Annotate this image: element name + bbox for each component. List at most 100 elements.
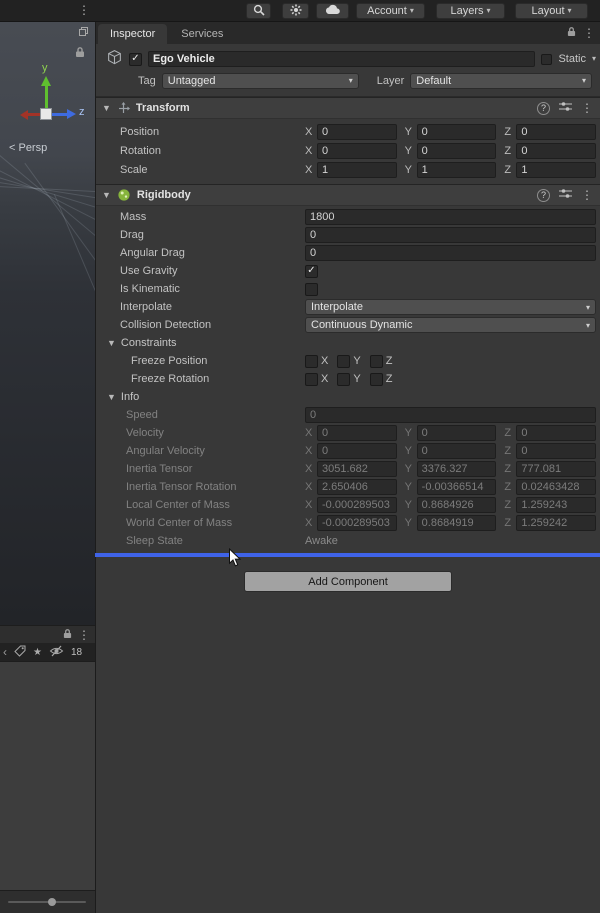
rotation-y-field[interactable]: 0 xyxy=(416,142,497,159)
use-gravity-checkbox[interactable]: ✓ xyxy=(305,264,318,278)
scale-x-field[interactable]: 1 xyxy=(317,161,397,178)
projection-mode-label[interactable]: < Persp xyxy=(9,142,47,154)
help-icon[interactable]: ? xyxy=(537,101,550,115)
property-label: Angular Drag xyxy=(120,247,185,259)
property-label: Rotation xyxy=(120,144,161,157)
axis-y-label: Y xyxy=(404,463,413,475)
property-label: Mass xyxy=(120,211,147,223)
panel-subheader: ⋮ xyxy=(0,625,95,643)
presets-icon[interactable] xyxy=(559,188,572,202)
kebab-menu-icon[interactable]: ⋮ xyxy=(78,628,90,642)
freeze-position-x-checkbox[interactable] xyxy=(305,354,318,368)
question-mark: ? xyxy=(540,190,546,200)
gizmo-z-axis-arrow[interactable] xyxy=(67,109,76,119)
static-checkbox[interactable] xyxy=(541,53,553,65)
inertia-tensor-rotation-y-field: -0.00366514 xyxy=(416,479,497,495)
is-kinematic-checkbox[interactable] xyxy=(305,282,318,296)
scale-z-field[interactable]: 1 xyxy=(516,161,597,178)
kebab-menu-icon[interactable]: ⋮ xyxy=(581,102,593,114)
foldout-icon[interactable]: ▼ xyxy=(102,103,111,113)
layer-dropdown[interactable]: Default ▾ xyxy=(410,72,592,89)
inertia-tensor-z-field: 777.081 xyxy=(516,461,597,477)
gizmo-y-axis-line xyxy=(44,85,48,108)
angular-velocity-y-field: 0 xyxy=(416,443,497,459)
freeze-position-z-checkbox[interactable] xyxy=(369,354,383,368)
tag-dropdown[interactable]: Untagged ▾ xyxy=(161,72,359,89)
panel-kebab-menu-icon[interactable]: ⋮ xyxy=(78,3,90,17)
mass-field[interactable]: 1800 xyxy=(305,209,596,225)
settings-button[interactable] xyxy=(282,3,309,19)
star-icon[interactable]: ★ xyxy=(33,647,42,658)
gizmo-x-axis-line xyxy=(27,113,40,116)
rotation-x-field[interactable]: 0 xyxy=(317,142,397,159)
rotation-z-field[interactable]: 0 xyxy=(516,142,597,159)
position-x-field[interactable]: 0 xyxy=(317,123,397,140)
property-label: Speed xyxy=(126,409,158,421)
search-icon xyxy=(253,4,265,19)
chevron-left-icon[interactable]: ‹ xyxy=(3,645,7,659)
account-dropdown[interactable]: Account ▾ xyxy=(356,3,425,19)
transform-component-header[interactable]: ▼ Transform ? ⋮ xyxy=(96,97,600,119)
search-button[interactable] xyxy=(246,3,271,19)
inspector-panel: Inspector Services ⋮ ✓ Ego Vehicle Stati… xyxy=(95,22,600,913)
gizmo-y-label[interactable]: y xyxy=(42,62,48,74)
axis-x-label: X xyxy=(305,481,313,493)
world-center-of-mass-y-field: 0.8684919 xyxy=(416,515,497,531)
component-title: Transform xyxy=(135,102,190,114)
freeze-rotation-z-checkbox[interactable] xyxy=(369,372,383,386)
check-icon: ✓ xyxy=(131,53,140,64)
lock-icon[interactable] xyxy=(567,26,576,40)
speed-row: Speed 0 xyxy=(96,406,600,424)
position-y-field[interactable]: 0 xyxy=(416,123,497,140)
foldout-icon[interactable]: ▼ xyxy=(102,190,111,200)
gizmo-z-label[interactable]: z xyxy=(79,106,85,118)
kebab-menu-icon[interactable]: ⋮ xyxy=(583,27,595,39)
help-icon[interactable]: ? xyxy=(537,188,550,202)
axis-z-label: Z xyxy=(385,373,393,385)
scale-y-field[interactable]: 1 xyxy=(416,161,497,178)
freeze-rotation-y-checkbox[interactable] xyxy=(337,372,351,386)
kebab-menu-icon[interactable]: ⋮ xyxy=(581,189,593,201)
axis-x-label: X xyxy=(305,517,313,529)
slider-thumb[interactable] xyxy=(48,898,56,906)
name-field[interactable]: Ego Vehicle xyxy=(148,51,536,67)
eye-hidden-icon[interactable] xyxy=(49,645,64,660)
layout-dropdown[interactable]: Layout ▾ xyxy=(515,3,588,19)
rigidbody-component-header[interactable]: ▼ Rigidbody ? ⋮ xyxy=(96,184,600,206)
tab-services[interactable]: Services xyxy=(169,24,235,44)
transform-icon xyxy=(117,101,130,115)
add-component-button[interactable]: Add Component xyxy=(244,571,452,592)
tag-icon[interactable] xyxy=(14,645,26,660)
presets-icon[interactable] xyxy=(559,101,572,115)
maximize-icon[interactable] xyxy=(79,27,88,39)
position-z-field[interactable]: 0 xyxy=(516,123,597,140)
orientation-gizmo[interactable]: y z xyxy=(12,62,95,134)
position-row: Position X 0 Y 0 Z 0 xyxy=(96,122,600,141)
gizmo-center-cube[interactable] xyxy=(40,108,52,120)
freeze-rotation-x-checkbox[interactable] xyxy=(305,372,318,386)
layers-dropdown[interactable]: Layers ▾ xyxy=(436,3,505,19)
tab-inspector[interactable]: Inspector xyxy=(98,24,168,44)
inertia-tensor-y-field: 3376.327 xyxy=(416,461,497,477)
foldout-icon: ▼ xyxy=(107,337,116,348)
cloud-services-button[interactable] xyxy=(316,3,349,19)
active-checkbox[interactable]: ✓ xyxy=(129,52,142,66)
axis-x-label: X xyxy=(305,463,313,475)
size-slider[interactable] xyxy=(8,898,86,906)
lock-icon[interactable] xyxy=(63,628,72,642)
property-label: Scale xyxy=(120,163,148,176)
scene-viewport[interactable]: y z < Persp xyxy=(0,22,95,625)
lock-icon[interactable] xyxy=(75,46,85,61)
gameobject-cube-icon xyxy=(106,49,123,69)
chevron-down-icon[interactable]: ▾ xyxy=(592,55,596,63)
drag-field[interactable]: 0 xyxy=(305,227,596,243)
freeze-position-y-checkbox[interactable] xyxy=(337,354,351,368)
layout-label: Layout xyxy=(531,5,565,17)
constraints-foldout[interactable]: ▼ Constraints xyxy=(96,334,600,352)
property-label: Freeze Position xyxy=(131,355,208,367)
angular-drag-field[interactable]: 0 xyxy=(305,245,596,261)
interpolate-dropdown[interactable]: Interpolate ▾ xyxy=(305,299,596,315)
info-foldout[interactable]: ▼ Info xyxy=(96,388,600,406)
hidden-object-count: 18 xyxy=(70,646,83,658)
collision-detection-dropdown[interactable]: Continuous Dynamic ▾ xyxy=(305,317,596,333)
